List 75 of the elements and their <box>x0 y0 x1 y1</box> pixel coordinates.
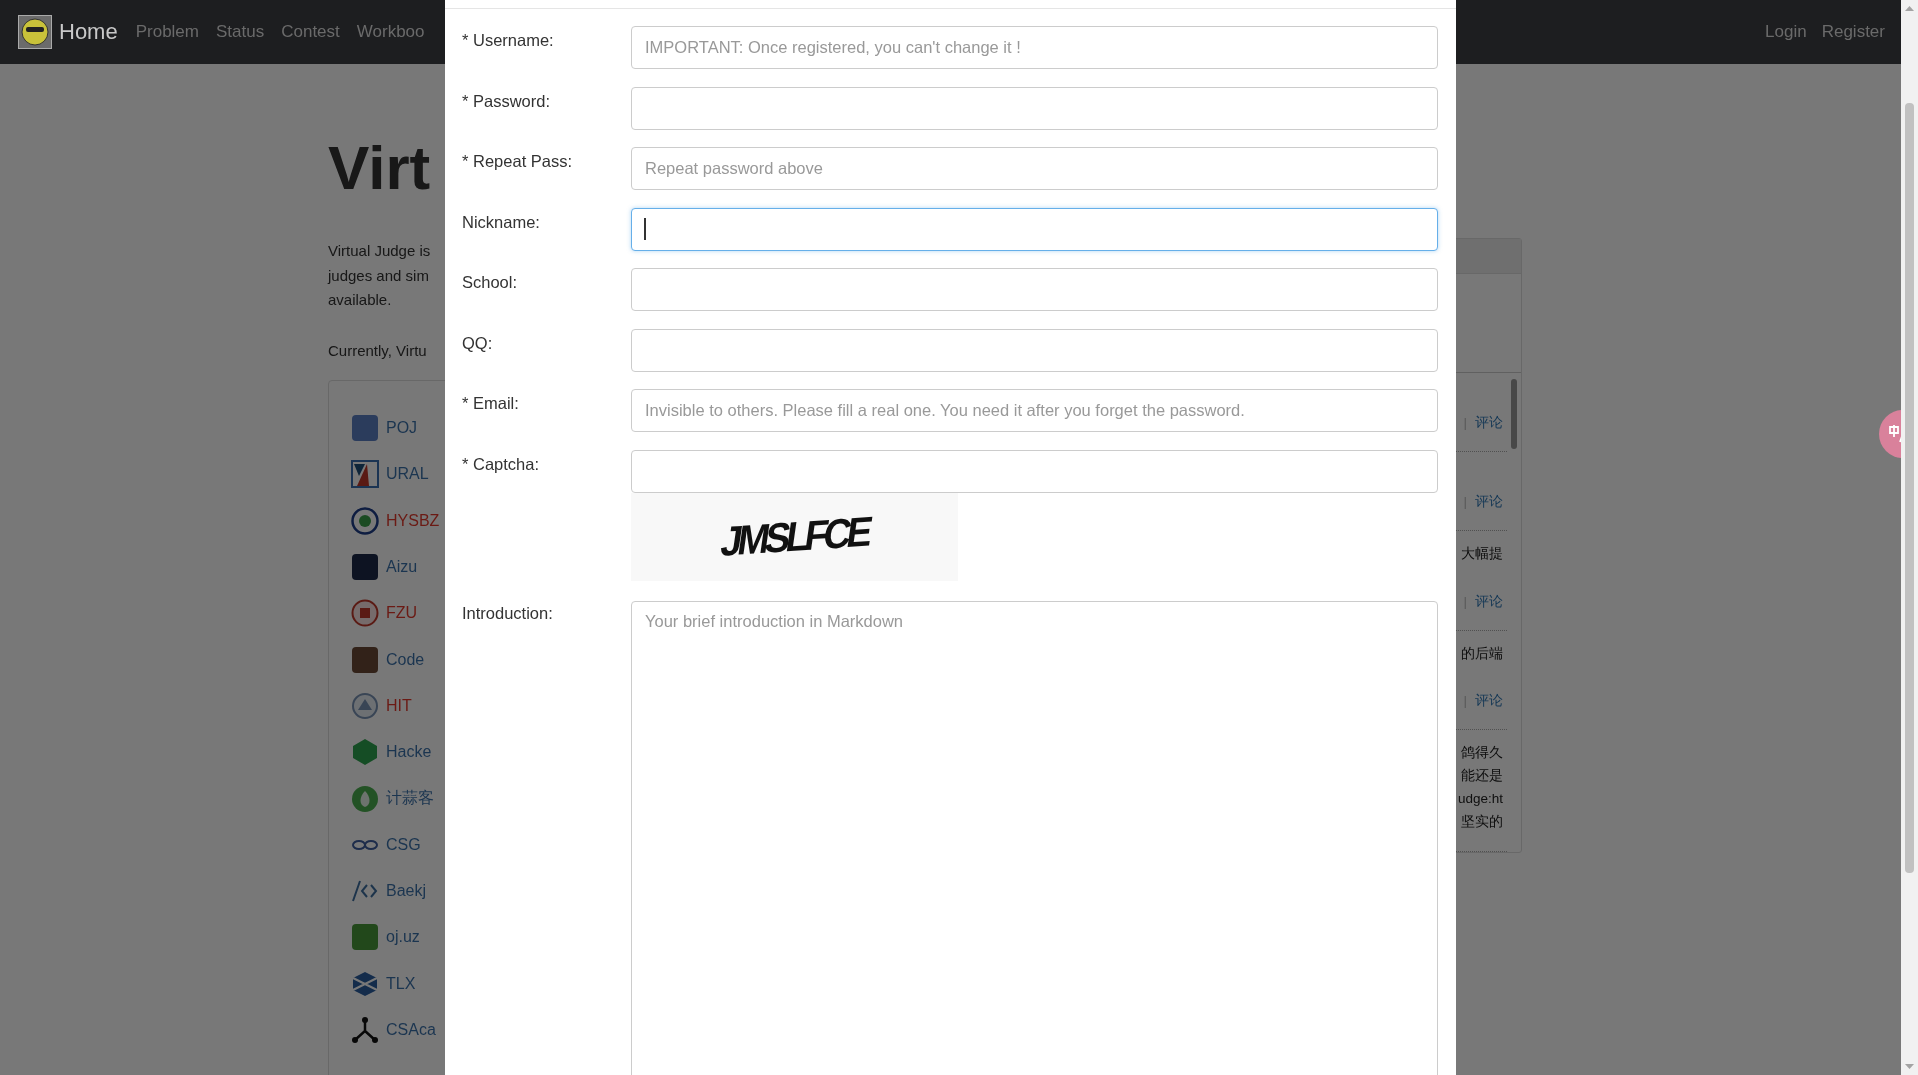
scrollbar[interactable] <box>1901 0 1918 1075</box>
nodes-icon <box>351 1016 379 1044</box>
comment-link[interactable]: 评论 <box>1475 492 1503 512</box>
home-link[interactable]: Home <box>59 19 118 45</box>
cube-icon <box>351 969 379 998</box>
input-field[interactable] <box>631 86 1438 130</box>
news-text: 坚实的 <box>1461 812 1503 831</box>
logo-icon[interactable] <box>18 15 52 49</box>
field-label: * Password: <box>462 90 552 112</box>
intro-text: Virtual Judge is <box>328 241 431 261</box>
separator-text: | <box>1463 592 1467 611</box>
tile-icon <box>351 923 379 952</box>
nav-link[interactable]: Register <box>1821 22 1885 42</box>
page-heading: Virt <box>328 134 431 202</box>
input-field[interactable] <box>631 449 1438 493</box>
field-label: Introduction: <box>462 602 554 624</box>
field-label: QQ: <box>462 332 494 354</box>
separator-text: | <box>1463 692 1467 711</box>
news-text: 能还是 <box>1461 767 1503 786</box>
field-label: School: <box>462 272 519 293</box>
field-label: * Username: <box>462 30 555 51</box>
judge-link[interactable]: Aizu <box>386 558 418 577</box>
nav-link[interactable]: Login <box>1765 22 1807 42</box>
judge-link[interactable]: CSG <box>386 835 421 854</box>
judge-link[interactable]: POJ <box>386 419 418 438</box>
intro-text: judges and sim <box>328 265 429 286</box>
input-field[interactable]: Repeat password above <box>631 147 1438 190</box>
input-field[interactable] <box>631 207 1438 251</box>
comment-link[interactable]: 评论 <box>1475 413 1503 433</box>
nav-link[interactable]: Workboo <box>356 22 425 42</box>
seal-icon <box>351 599 379 628</box>
tile-icon <box>351 414 379 443</box>
comment-link[interactable]: 评论 <box>1475 591 1503 612</box>
field-label: * Email: <box>462 393 520 414</box>
captcha-image[interactable]: JMSLFCE <box>631 493 958 581</box>
input-field[interactable] <box>631 268 1438 311</box>
input-field[interactable]: IMPORTANT: Once registered, you can't change it ! <box>631 26 1438 69</box>
field-label: * Captcha: <box>462 453 541 475</box>
judge-link[interactable]: HIT <box>386 696 412 715</box>
intro-text: Currently, Virtu <box>328 340 427 361</box>
separator-text: | <box>1463 414 1467 432</box>
intro-text: available. <box>328 290 392 310</box>
judge-link[interactable]: URAL <box>386 465 429 484</box>
text-cursor <box>644 217 646 240</box>
judge-link[interactable]: FZU <box>386 604 418 623</box>
judge-link[interactable]: oj.uz <box>386 928 420 947</box>
introduction-field[interactable]: Your brief introduction in Markdown <box>631 600 1438 1075</box>
news-text: 大幅提 <box>1461 545 1503 563</box>
field-label: * Repeat Pass: <box>462 151 574 172</box>
circle-icon <box>351 784 379 813</box>
nav-link[interactable]: Status <box>216 22 265 42</box>
separator-text: | <box>1463 493 1467 511</box>
input-field[interactable] <box>631 328 1438 372</box>
nav-link[interactable]: Problem <box>135 22 199 42</box>
field-label: Nickname: <box>462 211 541 233</box>
news-text: udge:ht <box>1457 789 1503 808</box>
judge-link[interactable]: TLX <box>386 974 416 993</box>
judge-link[interactable]: Code <box>386 650 425 669</box>
judge-link[interactable]: Hacke <box>386 743 432 762</box>
judge-link[interactable]: Baekj <box>386 882 427 901</box>
tile-icon <box>351 645 379 674</box>
news-text: 的后端 <box>1461 644 1503 663</box>
tile-icon <box>351 553 379 582</box>
emblem-icon <box>351 506 379 535</box>
judge-link[interactable]: CSAca <box>386 1021 436 1039</box>
judge-link[interactable]: HYSBZ <box>386 511 440 530</box>
emblem-icon <box>351 691 379 720</box>
scrollbar[interactable] <box>1511 379 1517 449</box>
flag-icon <box>351 460 379 489</box>
nav-link[interactable]: Contest <box>281 22 340 42</box>
comment-link[interactable]: 评论 <box>1475 691 1503 712</box>
input-field[interactable]: Invisible to others. Please fill a real one. You need it after you forget the password. <box>631 389 1438 432</box>
judge-link[interactable]: 计蒜客 <box>386 788 434 809</box>
news-text: 鸽得久 <box>1461 744 1503 763</box>
hexagon-icon <box>351 738 379 767</box>
